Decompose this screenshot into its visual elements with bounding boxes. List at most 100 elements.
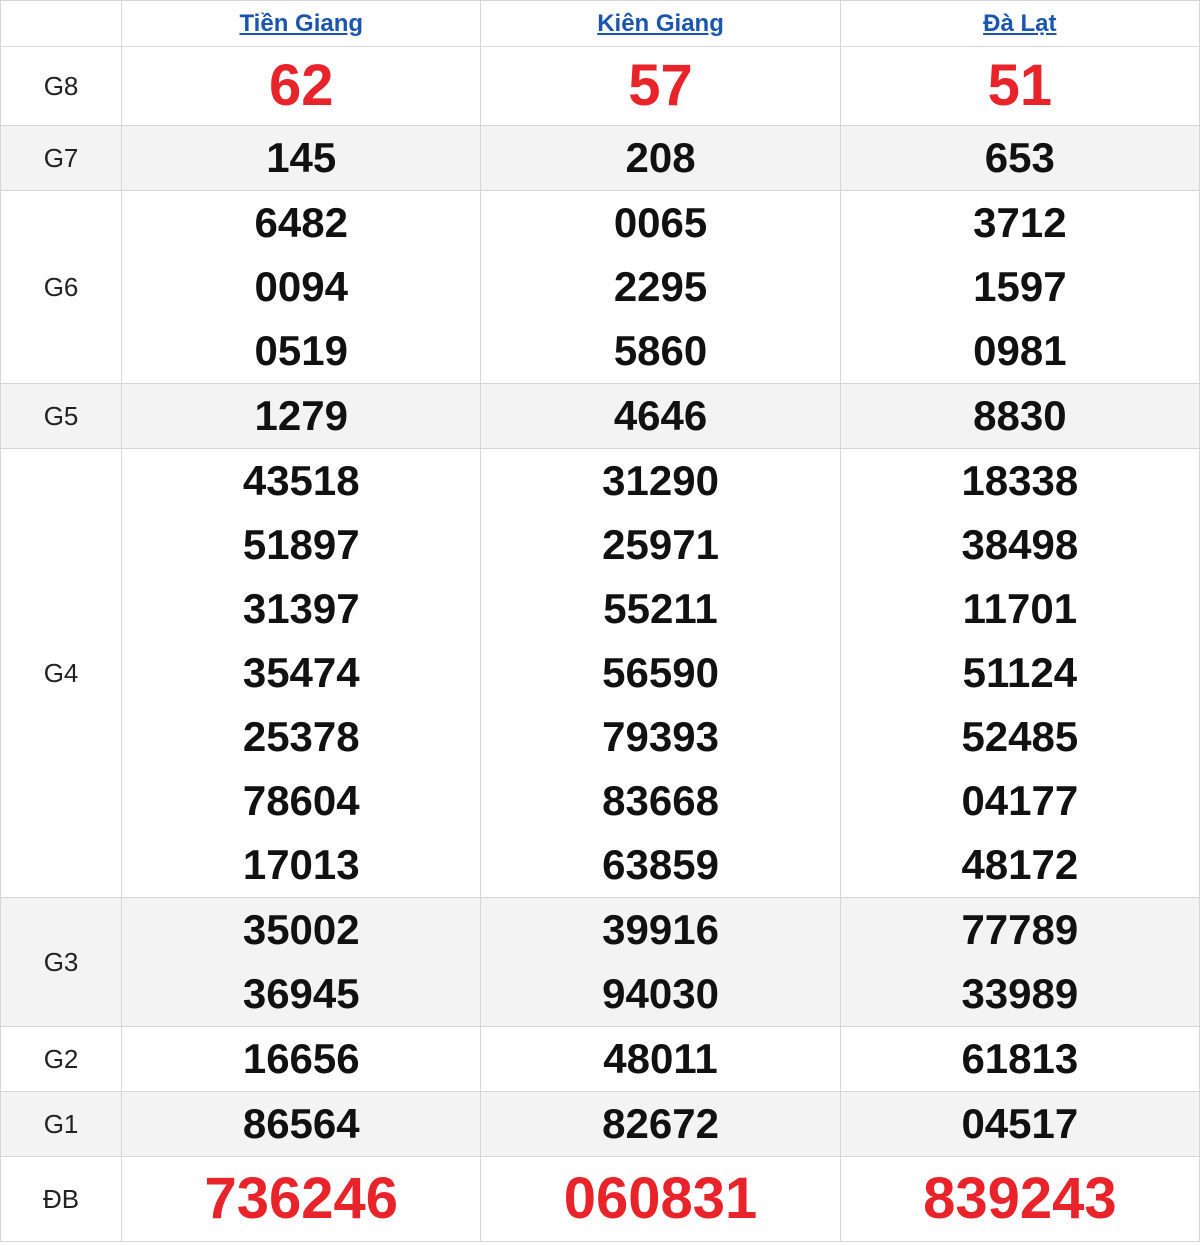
- prize-number: 61813: [961, 1035, 1079, 1082]
- prize-row-g1: G1 86564 82672 04517: [0, 1091, 1200, 1157]
- prize-number: 94030: [602, 970, 719, 1017]
- header-row: Tiền Giang Kiên Giang Đà Lạt: [0, 0, 1200, 47]
- prize-cell: 8830: [839, 383, 1200, 449]
- prize-number: 77789: [961, 906, 1079, 953]
- prize-number: 04177: [961, 777, 1079, 824]
- prize-number: 25378: [242, 713, 360, 760]
- prize-cell: 82672: [480, 1091, 841, 1157]
- prize-cell: 3712 1597 0981: [839, 190, 1200, 384]
- prize-cell: 839243: [839, 1156, 1200, 1242]
- prize-cell: 48011: [480, 1026, 841, 1092]
- prize-number: 736246: [204, 1166, 399, 1231]
- prize-number: 8830: [973, 392, 1067, 439]
- prize-number: 5860: [613, 327, 708, 374]
- prize-cell: 04517: [839, 1091, 1200, 1157]
- prize-number: 48011: [603, 1035, 718, 1082]
- prize-number: 36945: [242, 970, 360, 1017]
- prize-number: 18338: [961, 457, 1079, 504]
- prize-row-g2: G2 16656 48011 61813: [0, 1026, 1200, 1092]
- prize-row-g6: G6 6482 0094 0519 0065 2295 5860 3712 1597 0981: [0, 190, 1200, 384]
- lottery-results-table: Tiền Giang Kiên Giang Đà Lạt G8 62 57 51 G7 1…: [0, 0, 1200, 1242]
- header-province-3: Đà Lạt: [839, 0, 1200, 47]
- prize-cell: 145: [121, 125, 482, 191]
- prize-label: G3: [0, 897, 123, 1027]
- prize-cell: 4646: [480, 383, 841, 449]
- prize-cell: 35002 36945: [121, 897, 482, 1027]
- prize-number: 86564: [242, 1100, 360, 1147]
- prize-number: 38498: [961, 521, 1079, 568]
- prize-cell: 62: [121, 46, 482, 126]
- prize-number: 35002: [242, 906, 360, 953]
- prize-number: 3712: [973, 199, 1067, 246]
- prize-number: 0519: [254, 327, 348, 374]
- prize-cell: 31290 25971 55211 56590 79393 83668 63859: [480, 448, 841, 898]
- prize-number: 55211: [603, 585, 718, 632]
- prize-number: 0094: [254, 263, 348, 310]
- prize-number: 51897: [242, 521, 360, 568]
- prize-cell: 0065 2295 5860: [480, 190, 841, 384]
- prize-number: 56590: [602, 649, 719, 696]
- prize-cell: 16656: [121, 1026, 482, 1092]
- prize-number: 04517: [961, 1100, 1079, 1147]
- prize-number: 060831: [563, 1166, 758, 1231]
- province-link-tien-giang[interactable]: Tiền Giang: [239, 10, 363, 37]
- prize-number: 11701: [962, 585, 1078, 632]
- prize-row-đb: ĐB 736246 060831 839243: [0, 1156, 1200, 1242]
- prize-cell: 43518 51897 31397 35474 25378 78604 17013: [121, 448, 482, 898]
- prize-label: G7: [0, 125, 123, 191]
- prize-cell: 060831: [480, 1156, 841, 1242]
- prize-number: 1279: [254, 392, 348, 439]
- prize-cell: 61813: [839, 1026, 1200, 1092]
- prize-label: G6: [0, 190, 123, 384]
- prize-number: 62: [268, 53, 334, 118]
- prize-row-g5: G5 1279 4646 8830: [0, 383, 1200, 449]
- prize-number: 51124: [962, 649, 1078, 696]
- prize-number: 35474: [242, 649, 360, 696]
- prize-number: 1597: [973, 263, 1067, 310]
- prize-number: 0065: [613, 199, 708, 246]
- prize-label: G2: [0, 1026, 123, 1092]
- prize-number: 653: [984, 134, 1055, 181]
- prize-cell: 18338 38498 11701 51124 52485 04177 48172: [839, 448, 1200, 898]
- prize-number: 16656: [242, 1035, 360, 1082]
- prize-number: 79393: [602, 713, 719, 760]
- prize-row-g3: G3 35002 36945 39916 94030 77789 33989: [0, 897, 1200, 1027]
- prize-number: 17013: [242, 841, 360, 888]
- prize-cell: 736246: [121, 1156, 482, 1242]
- prize-number: 839243: [923, 1166, 1117, 1231]
- prize-number: 208: [625, 134, 696, 181]
- prize-cell: 208: [480, 125, 841, 191]
- province-link-kien-giang[interactable]: Kiên Giang: [597, 10, 724, 37]
- prize-number: 31290: [602, 457, 719, 504]
- prize-cell: 57: [480, 46, 841, 126]
- prize-rows: G8 62 57 51 G7 145 208 653 G6 6482 0094 0519 0065 229…: [0, 46, 1200, 1242]
- header-province-2: Kiên Giang: [480, 0, 841, 47]
- prize-row-g7: G7 145 208 653: [0, 125, 1200, 191]
- prize-number: 63859: [602, 841, 719, 888]
- prize-cell: 653: [839, 125, 1200, 191]
- prize-number: 25971: [602, 521, 719, 568]
- prize-number: 57: [628, 53, 693, 118]
- prize-number: 6482: [254, 199, 348, 246]
- header-province-1: Tiền Giang: [121, 0, 482, 47]
- prize-number: 83668: [602, 777, 719, 824]
- prize-number: 33989: [961, 970, 1079, 1017]
- prize-label: G8: [0, 46, 123, 126]
- prize-label: ĐB: [0, 1156, 123, 1242]
- prize-number: 39916: [602, 906, 719, 953]
- province-link-da-lat[interactable]: Đà Lạt: [983, 10, 1056, 37]
- prize-number: 4646: [613, 392, 708, 439]
- prize-number: 2295: [613, 263, 708, 310]
- prize-cell: 77789 33989: [839, 897, 1200, 1027]
- prize-row-g4: G4 43518 51897 31397 35474 25378 78604 17013 312…: [0, 448, 1200, 898]
- prize-row-g8: G8 62 57 51: [0, 46, 1200, 126]
- prize-number: 51: [987, 53, 1053, 118]
- prize-cell: 39916 94030: [480, 897, 841, 1027]
- prize-label: G4: [0, 448, 123, 898]
- prize-number: 43518: [242, 457, 360, 504]
- prize-cell: 1279: [121, 383, 482, 449]
- prize-number: 145: [266, 134, 337, 181]
- prize-label: G5: [0, 383, 123, 449]
- prize-number: 31397: [242, 585, 360, 632]
- prize-number: 82672: [602, 1100, 719, 1147]
